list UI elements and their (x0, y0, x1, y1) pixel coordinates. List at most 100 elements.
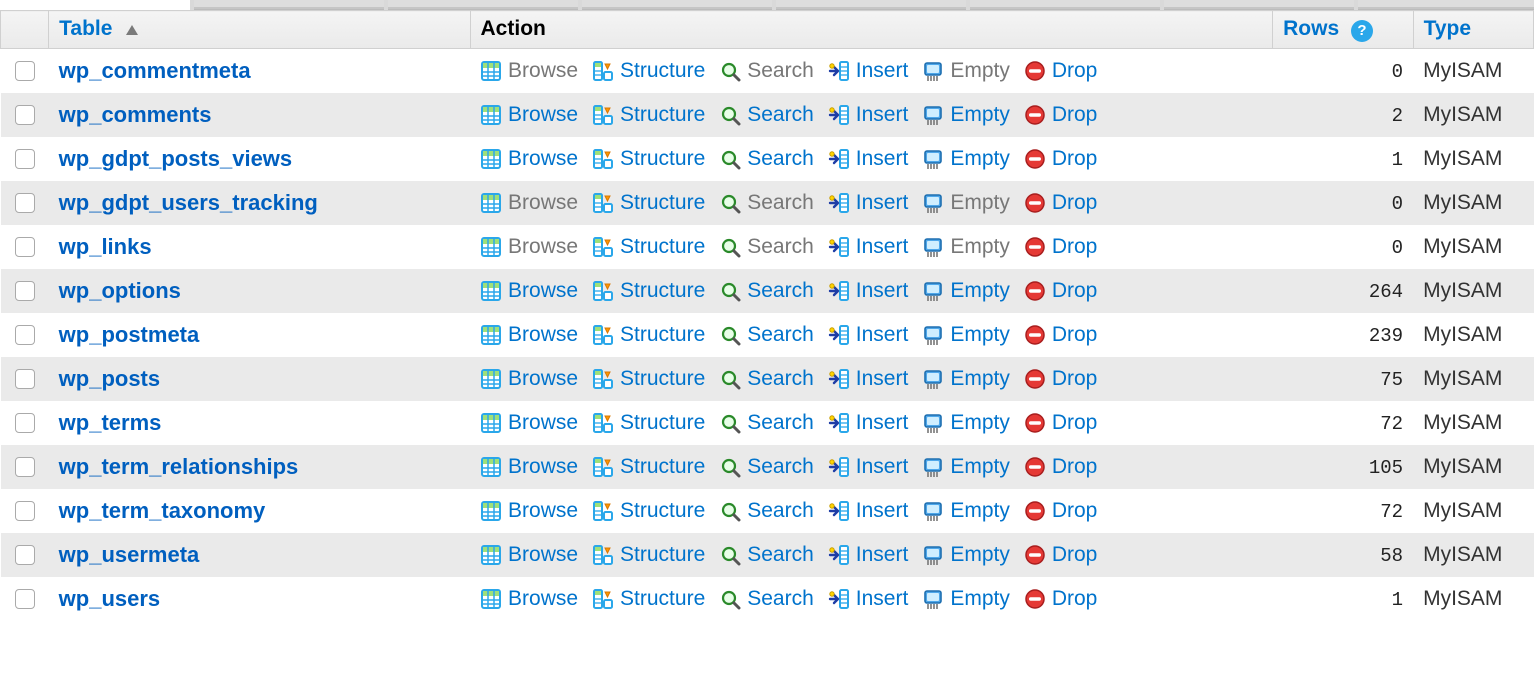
tab-active[interactable] (0, 0, 190, 10)
search-action[interactable]: Search (719, 543, 814, 567)
table-name-link[interactable]: wp_posts (59, 366, 160, 391)
row-checkbox[interactable] (15, 325, 35, 345)
insert-action[interactable]: Insert (828, 103, 909, 127)
search-action[interactable]: Search (719, 499, 814, 523)
insert-action[interactable]: Insert (828, 323, 909, 347)
insert-action[interactable]: Insert (828, 499, 909, 523)
browse-action[interactable]: Browse (480, 59, 578, 83)
structure-action[interactable]: Structure (592, 587, 705, 611)
search-action[interactable]: Search (719, 587, 814, 611)
insert-action[interactable]: Insert (828, 455, 909, 479)
insert-action[interactable]: Insert (828, 147, 909, 171)
table-name-link[interactable]: wp_term_taxonomy (59, 498, 266, 523)
empty-action[interactable]: Empty (922, 103, 1010, 127)
empty-action[interactable]: Empty (922, 323, 1010, 347)
search-action[interactable]: Search (719, 235, 814, 259)
structure-action[interactable]: Structure (592, 103, 705, 127)
row-checkbox[interactable] (15, 501, 35, 521)
browse-action[interactable]: Browse (480, 499, 578, 523)
browse-action[interactable]: Browse (480, 587, 578, 611)
row-checkbox[interactable] (15, 149, 35, 169)
empty-action[interactable]: Empty (922, 367, 1010, 391)
structure-action[interactable]: Structure (592, 191, 705, 215)
search-action[interactable]: Search (719, 411, 814, 435)
empty-action[interactable]: Empty (922, 455, 1010, 479)
insert-action[interactable]: Insert (828, 367, 909, 391)
row-checkbox[interactable] (15, 105, 35, 125)
table-name-link[interactable]: wp_postmeta (59, 322, 200, 347)
drop-action[interactable]: Drop (1024, 367, 1098, 391)
drop-action[interactable]: Drop (1024, 191, 1098, 215)
row-checkbox[interactable] (15, 61, 35, 81)
drop-action[interactable]: Drop (1024, 323, 1098, 347)
empty-action[interactable]: Empty (922, 543, 1010, 567)
browse-action[interactable]: Browse (480, 543, 578, 567)
structure-action[interactable]: Structure (592, 411, 705, 435)
tab-inactive[interactable] (776, 0, 966, 10)
table-name-link[interactable]: wp_links (59, 234, 152, 259)
help-icon[interactable]: ? (1351, 20, 1373, 42)
insert-action[interactable]: Insert (828, 59, 909, 83)
structure-action[interactable]: Structure (592, 279, 705, 303)
structure-action[interactable]: Structure (592, 543, 705, 567)
row-checkbox[interactable] (15, 589, 35, 609)
drop-action[interactable]: Drop (1024, 103, 1098, 127)
structure-action[interactable]: Structure (592, 235, 705, 259)
search-action[interactable]: Search (719, 455, 814, 479)
search-action[interactable]: Search (719, 323, 814, 347)
header-rows[interactable]: Rows ? (1273, 11, 1413, 49)
header-type[interactable]: Type (1413, 11, 1533, 49)
drop-action[interactable]: Drop (1024, 279, 1098, 303)
drop-action[interactable]: Drop (1024, 411, 1098, 435)
drop-action[interactable]: Drop (1024, 455, 1098, 479)
tab-inactive[interactable] (388, 0, 578, 10)
search-action[interactable]: Search (719, 59, 814, 83)
table-name-link[interactable]: wp_users (59, 586, 161, 611)
search-action[interactable]: Search (719, 147, 814, 171)
browse-action[interactable]: Browse (480, 279, 578, 303)
table-name-link[interactable]: wp_terms (59, 410, 162, 435)
empty-action[interactable]: Empty (922, 587, 1010, 611)
structure-action[interactable]: Structure (592, 59, 705, 83)
browse-action[interactable]: Browse (480, 103, 578, 127)
empty-action[interactable]: Empty (922, 59, 1010, 83)
search-action[interactable]: Search (719, 103, 814, 127)
empty-action[interactable]: Empty (922, 235, 1010, 259)
tab-inactive[interactable] (1358, 0, 1534, 10)
table-name-link[interactable]: wp_commentmeta (59, 58, 251, 83)
empty-action[interactable]: Empty (922, 191, 1010, 215)
header-table[interactable]: Table (49, 11, 470, 49)
structure-action[interactable]: Structure (592, 499, 705, 523)
empty-action[interactable]: Empty (922, 499, 1010, 523)
row-checkbox[interactable] (15, 237, 35, 257)
empty-action[interactable]: Empty (922, 279, 1010, 303)
table-name-link[interactable]: wp_gdpt_posts_views (59, 146, 293, 171)
tab-inactive[interactable] (1164, 0, 1354, 10)
browse-action[interactable]: Browse (480, 235, 578, 259)
drop-action[interactable]: Drop (1024, 587, 1098, 611)
table-name-link[interactable]: wp_term_relationships (59, 454, 299, 479)
drop-action[interactable]: Drop (1024, 543, 1098, 567)
tab-inactive[interactable] (194, 0, 384, 10)
browse-action[interactable]: Browse (480, 147, 578, 171)
structure-action[interactable]: Structure (592, 323, 705, 347)
table-name-link[interactable]: wp_comments (59, 102, 212, 127)
structure-action[interactable]: Structure (592, 455, 705, 479)
browse-action[interactable]: Browse (480, 323, 578, 347)
drop-action[interactable]: Drop (1024, 59, 1098, 83)
browse-action[interactable]: Browse (480, 367, 578, 391)
insert-action[interactable]: Insert (828, 279, 909, 303)
row-checkbox[interactable] (15, 369, 35, 389)
insert-action[interactable]: Insert (828, 411, 909, 435)
search-action[interactable]: Search (719, 279, 814, 303)
drop-action[interactable]: Drop (1024, 235, 1098, 259)
structure-action[interactable]: Structure (592, 147, 705, 171)
row-checkbox[interactable] (15, 457, 35, 477)
drop-action[interactable]: Drop (1024, 499, 1098, 523)
row-checkbox[interactable] (15, 193, 35, 213)
search-action[interactable]: Search (719, 367, 814, 391)
empty-action[interactable]: Empty (922, 411, 1010, 435)
row-checkbox[interactable] (15, 545, 35, 565)
browse-action[interactable]: Browse (480, 455, 578, 479)
browse-action[interactable]: Browse (480, 411, 578, 435)
